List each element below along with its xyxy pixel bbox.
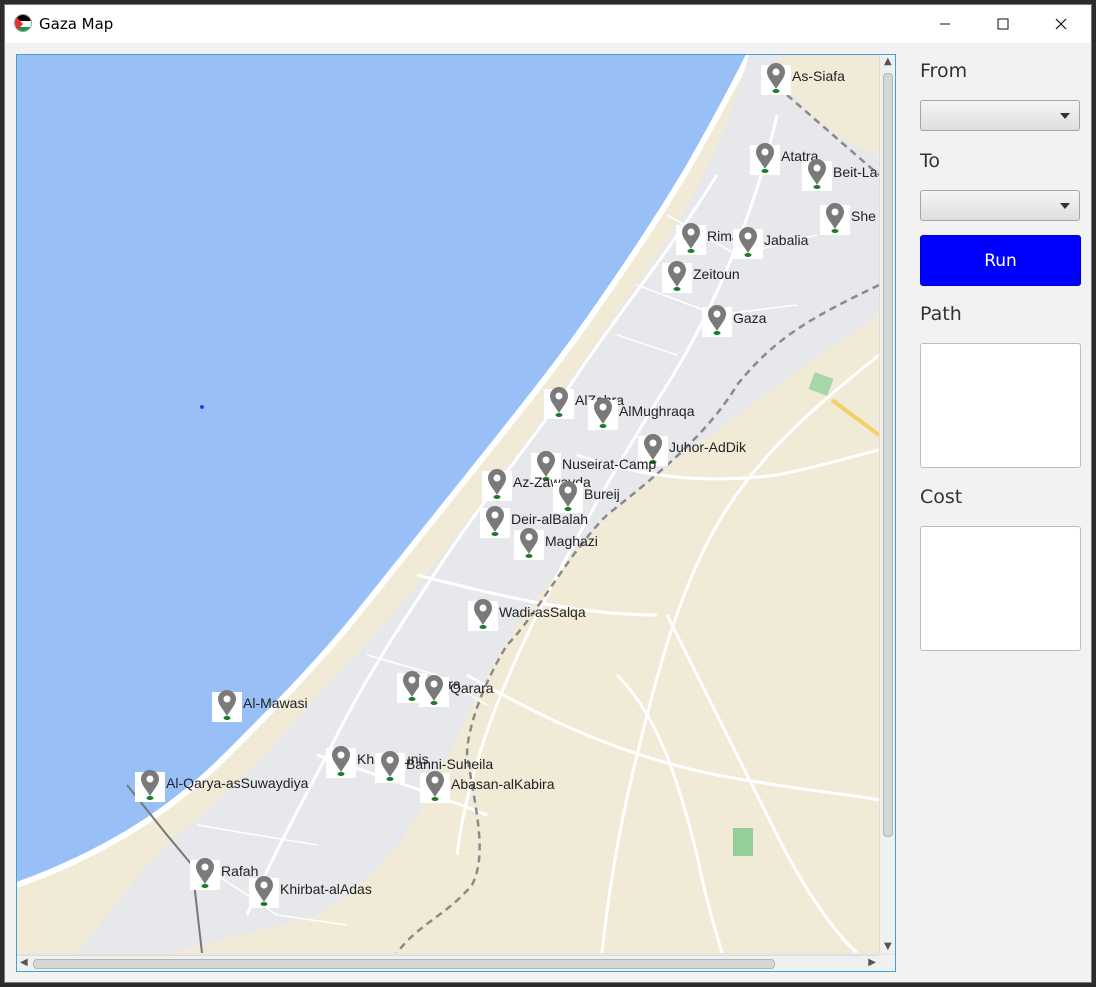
close-icon bbox=[1055, 18, 1067, 30]
scroll-up-icon[interactable]: ▲ bbox=[884, 56, 892, 67]
map-pin-label: Deir-alBalah bbox=[511, 511, 588, 527]
scroll-left-icon[interactable]: ◀ bbox=[20, 957, 28, 968]
scroll-right-icon[interactable]: ▶ bbox=[868, 957, 876, 968]
map-pin-label: Maghazi bbox=[545, 533, 598, 549]
map-pin-label: Zeitoun bbox=[693, 266, 740, 282]
path-output[interactable] bbox=[920, 343, 1081, 468]
vertical-scroll-thumb[interactable] bbox=[883, 73, 893, 837]
path-label: Path bbox=[920, 303, 962, 325]
cost-output[interactable] bbox=[920, 526, 1081, 651]
scroll-down-icon[interactable]: ▼ bbox=[884, 941, 892, 952]
from-label: From bbox=[920, 60, 968, 82]
minimize-button[interactable] bbox=[916, 5, 974, 43]
gaza-map[interactable]: As-SiafaAtatraBeit-LaSheRimal JabaliaZeit… bbox=[17, 55, 879, 953]
close-button[interactable] bbox=[1032, 5, 1090, 43]
map-pin-label: As-Siafa bbox=[792, 68, 845, 84]
map-pin-label: Nuseirat-Camp bbox=[562, 456, 656, 472]
palestine-flag-icon bbox=[14, 14, 32, 32]
chevron-down-icon bbox=[1060, 113, 1070, 119]
chevron-down-icon bbox=[1060, 203, 1070, 209]
window-title: Gaza Map bbox=[39, 15, 114, 33]
map-pin-label: Al-Qarya-asSuwaydiya bbox=[166, 775, 309, 791]
map-pin-label: Gaza bbox=[733, 310, 767, 326]
cost-label: Cost bbox=[920, 486, 963, 508]
map-pin-label: AlMughraqa bbox=[619, 403, 695, 419]
map-viewport[interactable]: As-Siafa Atatra Beit-La She Rimal Jabalia Zeit… bbox=[16, 54, 896, 972]
minimize-icon bbox=[940, 23, 950, 25]
title-bar: Gaza Map bbox=[5, 5, 1091, 43]
app-window: Gaza Map As-Siafa Atatra Beit-La She Rim… bbox=[4, 4, 1092, 983]
map-pin-label: Al-Mawasi bbox=[243, 695, 308, 711]
maximize-button[interactable] bbox=[974, 5, 1032, 43]
map-pin-label: Banni-Suheila bbox=[406, 756, 493, 772]
scrollbar-corner bbox=[879, 955, 895, 971]
run-button[interactable]: Run bbox=[920, 235, 1081, 286]
map-pin-label: Qarara bbox=[450, 680, 494, 696]
to-label: To bbox=[920, 150, 941, 172]
map-pin-label: Rafah bbox=[221, 863, 258, 879]
vertical-scrollbar[interactable]: ▲ ▼ bbox=[879, 55, 895, 953]
map-pin-label: Abasan-alKabira bbox=[451, 776, 555, 792]
map-pin-label: Wadi-asSalqa bbox=[499, 604, 586, 620]
map-pin-label: Juhor-AdDik bbox=[669, 439, 747, 455]
maximize-icon bbox=[997, 18, 1009, 30]
from-dropdown[interactable] bbox=[920, 100, 1080, 131]
map-pin-label: Bureij bbox=[584, 486, 620, 502]
map-pin-label: She bbox=[851, 208, 876, 224]
horizontal-scrollbar[interactable]: ◀ ▶ bbox=[17, 955, 879, 971]
map-pin-label: Khirbat-alAdas bbox=[280, 881, 372, 897]
horizontal-scroll-thumb[interactable] bbox=[33, 959, 775, 969]
map-pin-label: Beit-La bbox=[833, 164, 878, 180]
map-pin-label: Jabalia bbox=[764, 232, 809, 248]
to-dropdown[interactable] bbox=[920, 190, 1080, 221]
